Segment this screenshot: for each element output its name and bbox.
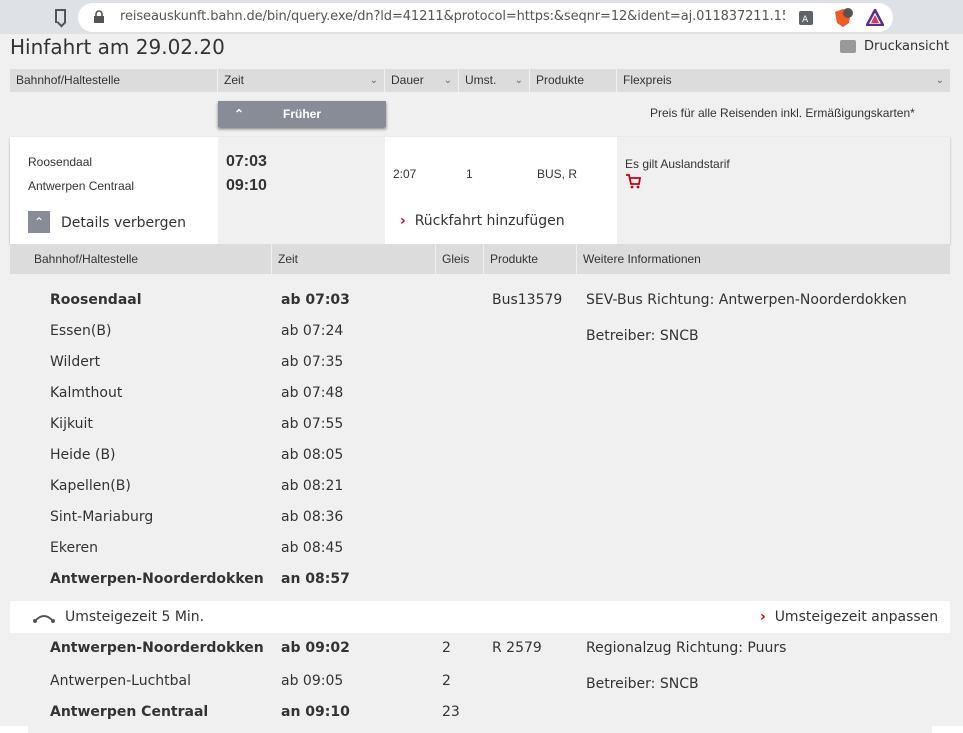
leg-1: Roosendaal ab 07:03 Bus13579 SEV-Bus Richtu… bbox=[28, 285, 932, 601]
header-station[interactable]: Bahnhof/Haltestelle bbox=[10, 69, 218, 92]
stop-time: an 08:57 bbox=[281, 571, 350, 587]
stop-station[interactable]: Roosendaal bbox=[50, 285, 142, 316]
stop-time: ab 09:05 bbox=[281, 673, 344, 689]
brave-rewards-icon[interactable] bbox=[866, 9, 884, 26]
fare-note: Es gilt Auslandstarif bbox=[625, 157, 730, 171]
arrival-time: 09:10 bbox=[226, 177, 267, 194]
brave-shield-icon[interactable] bbox=[833, 8, 853, 28]
earlier-button[interactable]: ⌃ Früher bbox=[218, 101, 386, 127]
header-time[interactable]: Zeit ⌄ bbox=[218, 69, 385, 92]
stop-station[interactable]: Sint-Mariaburg bbox=[50, 502, 153, 533]
details-header-info: Weitere Informationen bbox=[576, 244, 950, 274]
details-toggle-button[interactable]: ⌃ bbox=[28, 211, 50, 233]
transfer-time: Umsteigezeit 5 Min. bbox=[65, 609, 205, 625]
stop-station[interactable]: Antwerpen-Luchtbal bbox=[50, 666, 191, 697]
adjust-transfer-link[interactable]: › Umsteigezeit anpassen bbox=[760, 601, 938, 633]
leg-product[interactable]: Bus13579 bbox=[492, 285, 562, 316]
details-header: Bahnhof/Haltestelle Zeit Gleis Produkte … bbox=[10, 244, 950, 274]
header-fare[interactable]: Flexpreis ⌄ bbox=[617, 69, 950, 92]
chevron-right-icon: › bbox=[760, 609, 766, 625]
leg-operator: Betreiber: SNCB bbox=[586, 328, 699, 344]
details-label[interactable]: Details verbergen bbox=[61, 215, 186, 231]
stop-row: Heide (B) ab 08:05 bbox=[28, 440, 932, 471]
stop-station[interactable]: Kijkuit bbox=[50, 409, 93, 440]
stop-time: ab 07:35 bbox=[281, 354, 344, 370]
stop-time: ab 07:48 bbox=[281, 385, 344, 401]
stop-time: ab 08:05 bbox=[281, 447, 344, 463]
stop-platform: 23 bbox=[442, 704, 460, 720]
transfer-row: Umsteigezeit 5 Min. › Umsteigezeit anpas… bbox=[10, 601, 950, 633]
stop-station[interactable]: Essen(B) bbox=[50, 316, 111, 347]
stop-station[interactable]: Antwerpen-Noorderdokken bbox=[50, 633, 264, 664]
bookmark-icon[interactable] bbox=[55, 9, 66, 23]
translate-icon[interactable]: A bbox=[798, 10, 814, 26]
to-station: Antwerpen Centraal bbox=[28, 179, 135, 193]
chevron-down-icon: ⌄ bbox=[443, 75, 452, 86]
details-header-station: Bahnhof/Haltestelle bbox=[34, 252, 139, 266]
stop-row: Sint-Mariaburg ab 08:36 bbox=[28, 502, 932, 533]
stop-station[interactable]: Antwerpen Centraal bbox=[50, 697, 208, 728]
details-header-products: Produkte bbox=[483, 244, 576, 274]
chevron-down-icon: ⌄ bbox=[369, 75, 378, 86]
stop-time: ab 07:03 bbox=[281, 292, 350, 308]
stop-platform: 2 bbox=[442, 673, 451, 689]
stop-time: ab 08:45 bbox=[281, 540, 344, 556]
stop-station[interactable]: Kapellen(B) bbox=[50, 471, 131, 502]
stop-time: ab 07:24 bbox=[281, 323, 344, 339]
header-duration[interactable]: Dauer ⌄ bbox=[385, 69, 459, 92]
header-changes[interactable]: Umst. ⌄ bbox=[459, 69, 530, 92]
header-products: Produkte bbox=[530, 69, 617, 92]
from-station: Roosendaal bbox=[28, 155, 93, 169]
stop-time: ab 08:36 bbox=[281, 509, 344, 525]
stop-platform: 2 bbox=[442, 640, 451, 656]
svg-text:A: A bbox=[802, 15, 809, 25]
leg-direction: Regionalzug Richtung: Puurs bbox=[586, 640, 787, 656]
chevron-up-icon: ⌃ bbox=[33, 215, 45, 229]
leg-direction: SEV-Bus Richtung: Antwerpen-Noorderdokke… bbox=[586, 292, 907, 308]
site-settings-icon[interactable] bbox=[92, 10, 106, 24]
stop-row: Antwerpen-Noorderdokken ab 09:02 2 R 2579 Re… bbox=[28, 633, 932, 664]
stop-station[interactable]: Heide (B) bbox=[50, 440, 116, 471]
print-label: Druckansicht bbox=[864, 39, 950, 54]
stop-time: ab 09:02 bbox=[281, 640, 350, 656]
connection-details: Bahnhof/Haltestelle Zeit Gleis Produkte … bbox=[10, 244, 950, 733]
cart-icon[interactable] bbox=[625, 173, 642, 194]
stop-row: Roosendaal ab 07:03 Bus13579 SEV-Bus Richtu… bbox=[28, 285, 932, 316]
stop-row: Ekeren ab 08:45 bbox=[28, 533, 932, 564]
stop-time: ab 07:55 bbox=[281, 416, 344, 432]
stop-row: Antwerpen Centraal an 09:10 23 bbox=[28, 697, 932, 728]
stop-row: Kapellen(B) ab 08:21 bbox=[28, 471, 932, 502]
stop-station[interactable]: Kalmthout bbox=[50, 378, 122, 409]
products: BUS, R bbox=[537, 167, 578, 181]
page-title: Hinfahrt am 29.02.20 bbox=[10, 35, 225, 59]
departure-time: 07:03 bbox=[226, 153, 267, 170]
chevron-up-icon: ⌃ bbox=[234, 107, 245, 121]
connection-row[interactable]: Roosendaal Antwerpen Centraal 07:03 09:1… bbox=[10, 137, 950, 244]
results-header: Bahnhof/Haltestelle Zeit ⌄ Dauer ⌄ Umst. ⌄ … bbox=[10, 69, 950, 92]
stop-station[interactable]: Wildert bbox=[50, 347, 100, 378]
leg-product[interactable]: R 2579 bbox=[492, 633, 542, 664]
return-trip-link[interactable]: › Rückfahrt hinzufügen bbox=[400, 213, 565, 229]
changes-count: 1 bbox=[466, 167, 473, 181]
chevron-right-icon: › bbox=[400, 213, 406, 229]
url-text[interactable]: reiseauskunft.bahn.de/bin/query.exe/dn?l… bbox=[120, 9, 785, 24]
printer-icon bbox=[840, 40, 856, 53]
stop-row: Kalmthout ab 07:48 bbox=[28, 378, 932, 409]
details-header-platform: Gleis bbox=[435, 244, 483, 274]
stop-row: Antwerpen-Noorderdokken an 08:57 bbox=[28, 564, 932, 595]
stop-time: an 09:10 bbox=[281, 704, 350, 720]
stop-station[interactable]: Ekeren bbox=[50, 533, 98, 564]
chevron-down-icon: ⌄ bbox=[514, 75, 523, 86]
browser-toolbar: A reiseauskunft.bahn.de/bin/query.exe/dn… bbox=[0, 0, 963, 34]
leg-2: Antwerpen-Noorderdokken ab 09:02 2 R 2579 Re… bbox=[28, 633, 932, 733]
duration: 2:07 bbox=[393, 167, 417, 181]
details-header-time: Zeit bbox=[271, 244, 435, 274]
stop-station[interactable]: Antwerpen-Noorderdokken bbox=[50, 564, 264, 595]
print-view-link[interactable]: Druckansicht bbox=[840, 39, 949, 54]
price-info: Preis für alle Reisenden inkl. Ermäßigun… bbox=[650, 106, 915, 120]
stop-row: Kijkuit ab 07:55 bbox=[28, 409, 932, 440]
leg-operator: Betreiber: SNCB bbox=[586, 676, 699, 692]
chevron-down-icon: ⌄ bbox=[935, 75, 944, 86]
stop-time: ab 08:21 bbox=[281, 478, 344, 494]
